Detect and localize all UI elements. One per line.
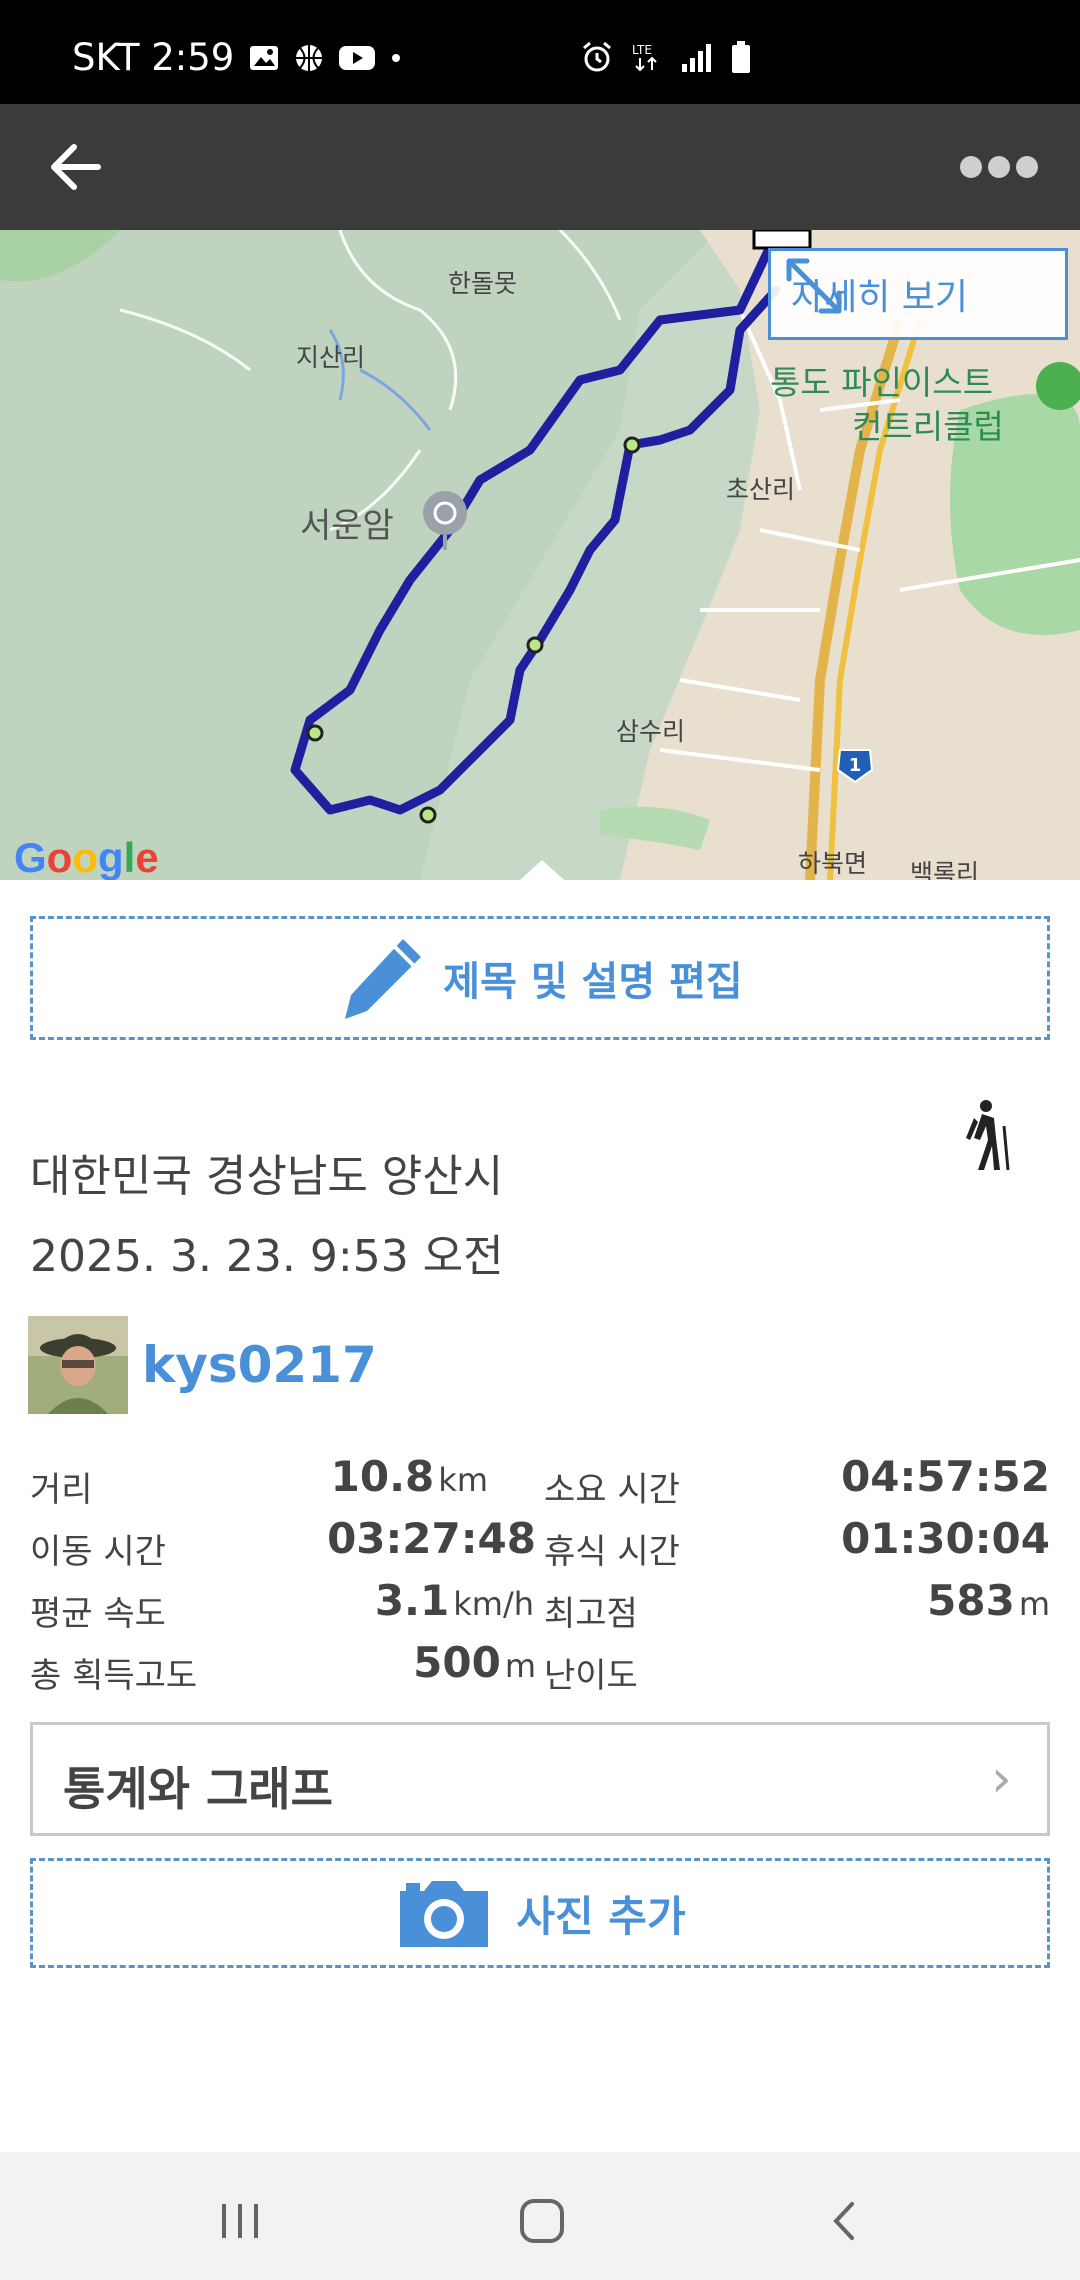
map-label-samsuri: 삼수리 [616, 717, 686, 746]
system-back-button[interactable] [814, 2196, 874, 2246]
avg-speed-label: 평균 속도 [30, 1594, 166, 1634]
avg-speed-value: 3.1 km/h [374, 1576, 534, 1625]
edit-title-label: 제목 및 설명 편집 [443, 959, 743, 1005]
battery-icon [732, 41, 750, 73]
alarm-icon [583, 41, 611, 72]
more-dots-icon [960, 156, 982, 178]
stats-graphs-button[interactable]: 통계와 그래프 › [30, 1722, 1050, 1836]
route-shield-text: 1 [849, 755, 862, 776]
distance-value: 10.8 km [330, 1452, 488, 1501]
map-label-tongdo: 통도 파인이스트 [770, 363, 994, 402]
stat-row: 거리 10.8 km 소요 시간 04:57:52 [30, 1448, 1050, 1510]
add-photo-button[interactable]: 사진 추가 [30, 1858, 1050, 1968]
duration-value: 04:57:52 [841, 1452, 1050, 1501]
total-ascent-label: 총 획득고도 [30, 1656, 198, 1696]
status-left: SKT 2:59 [72, 36, 402, 79]
lte-icon: LTE [632, 43, 657, 72]
map-label-handolmot: 한돌못 [448, 269, 518, 298]
expand-icon [786, 258, 842, 314]
stat-row: 평균 속도 3.1 km/h 최고점 583 m [30, 1572, 1050, 1634]
chevron-left-icon [833, 2202, 854, 2240]
home-button[interactable] [512, 2196, 572, 2246]
back-button[interactable] [40, 134, 110, 200]
system-nav-bar [0, 2152, 1080, 2280]
total-ascent-value: 500 m [413, 1638, 536, 1687]
gallery-icon [250, 45, 279, 70]
map-label-baekrokri: 백록리 [910, 859, 980, 880]
map-label-country-club: 컨트리클럽 [852, 407, 1004, 446]
moving-time-label: 이동 시간 [30, 1532, 166, 1572]
rest-time-value: 01:30:04 [841, 1514, 1050, 1563]
chevron-right-icon: › [991, 1749, 1012, 1809]
avatar[interactable] [28, 1316, 128, 1414]
arrow-left-icon [51, 144, 101, 190]
edit-title-button[interactable]: 제목 및 설명 편집 [30, 916, 1050, 1040]
pencil-icon [345, 939, 422, 1019]
stat-row: 이동 시간 03:27:48 휴식 시간 01:30:04 [30, 1510, 1050, 1572]
map-label-chosanri: 초산리 [726, 475, 796, 504]
google-attribution: Google [14, 834, 159, 880]
map-label-jisanri: 지산리 [296, 343, 366, 372]
activity-datetime: 2025. 3. 23. 9:53 오전 [30, 1231, 504, 1282]
more-options-button[interactable] [960, 144, 1060, 190]
signal-icon [682, 44, 711, 72]
route-map[interactable]: 1 한돌못 지산리 통도 파인이스트 컨트리클럽 초산리 서운암 삼수리 하북면… [0, 230, 1080, 880]
map-detail-button[interactable]: 자세히 보기 [768, 248, 1068, 340]
map-label-seounam: 서운암 [300, 506, 394, 546]
home-icon [520, 2199, 564, 2243]
camera-icon [400, 1881, 489, 1947]
stats-table: 거리 10.8 km 소요 시간 04:57:52 이동 시간 03:27:48 … [30, 1448, 1050, 1696]
hiker-icon [960, 1098, 1012, 1172]
username[interactable]: kys0217 [142, 1336, 377, 1394]
status-right: LTE [580, 40, 752, 74]
youtube-icon [339, 45, 376, 70]
activity-location: 대한민국 경상남도 양산시 [30, 1151, 504, 1202]
map-label-habukmyeon: 하북면 [798, 849, 868, 878]
svg-text:LTE: LTE [632, 43, 652, 57]
app-bar [0, 104, 1080, 230]
dot-icon [392, 53, 401, 62]
stats-graphs-label: 통계와 그래프 [63, 1762, 333, 1816]
duration-label: 소요 시간 [544, 1470, 680, 1510]
rest-time-label: 휴식 시간 [544, 1532, 680, 1572]
recents-icon [222, 2204, 258, 2238]
stat-row: 총 획득고도 500 m 난이도 [30, 1634, 1050, 1696]
basketball-icon [296, 44, 323, 71]
add-photo-label: 사진 추가 [516, 1891, 686, 1941]
carrier-time: SKT 2:59 [72, 36, 235, 79]
difficulty-label: 난이도 [544, 1656, 638, 1696]
status-bar: SKT 2:59 LTE [0, 0, 1080, 104]
max-elevation-label: 최고점 [544, 1594, 638, 1634]
recents-button[interactable] [210, 2196, 270, 2246]
distance-label: 거리 [30, 1470, 93, 1510]
moving-time-value: 03:27:48 [327, 1514, 536, 1563]
max-elevation-value: 583 m [927, 1576, 1050, 1625]
